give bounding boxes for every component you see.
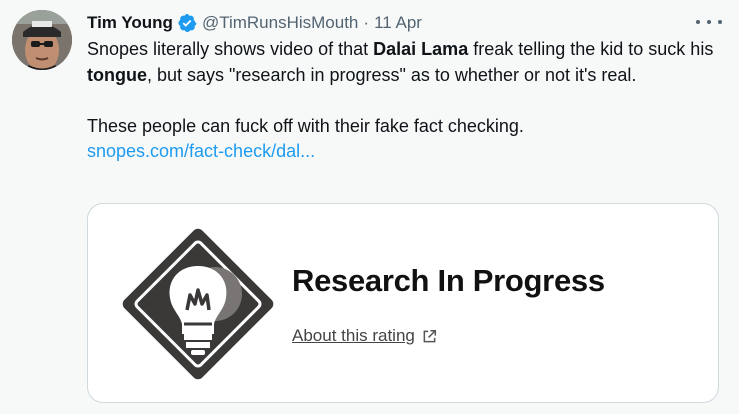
verified-badge-icon[interactable] <box>177 13 197 33</box>
tweet-date[interactable]: 11 Apr <box>374 13 422 33</box>
tweet-header: Tim Young @TimRunsHisMouth · 11 Apr <box>87 11 422 35</box>
tweet-link[interactable]: snopes.com/fact-check/dal... <box>87 141 315 161</box>
more-dot <box>718 20 722 24</box>
about-rating-link[interactable]: About this rating <box>292 326 437 346</box>
avatar[interactable] <box>12 10 72 70</box>
tweet-bold-text: tongue <box>87 64 147 85</box>
author-name[interactable]: Tim Young <box>87 13 173 33</box>
link-preview-card[interactable]: Research In Progress About this rating <box>87 203 719 403</box>
tweet-bold-text: Dalai Lama <box>373 39 469 59</box>
external-link-icon <box>423 329 436 342</box>
tweet-text: Snopes literally shows video of that Dal… <box>87 37 727 165</box>
tweet-text-segment: Snopes literally shows video of that <box>87 39 374 59</box>
card-title[interactable]: Research In Progress <box>292 263 605 299</box>
avatar-photo <box>12 10 72 70</box>
tweet-text-segment: These people can fuck off with their fak… <box>87 115 524 136</box>
tweet-paragraph-1: Snopes literally shows video of that Dal… <box>87 37 727 88</box>
header-separator: · <box>363 13 370 32</box>
more-dot <box>707 20 711 24</box>
lightbulb-icon <box>122 228 274 380</box>
author-handle[interactable]: @TimRunsHisMouth <box>202 13 358 33</box>
about-rating-label: About this rating <box>292 326 415 345</box>
tweet-text-segment: , but says "research in progress" as to … <box>147 64 637 85</box>
tweet-paragraph-2: These people can fuck off with their fak… <box>87 114 727 165</box>
more-options-icon[interactable] <box>696 12 722 32</box>
more-dot <box>696 20 700 24</box>
tweet-text-segment: freak telling the kid to suck his <box>468 39 714 59</box>
